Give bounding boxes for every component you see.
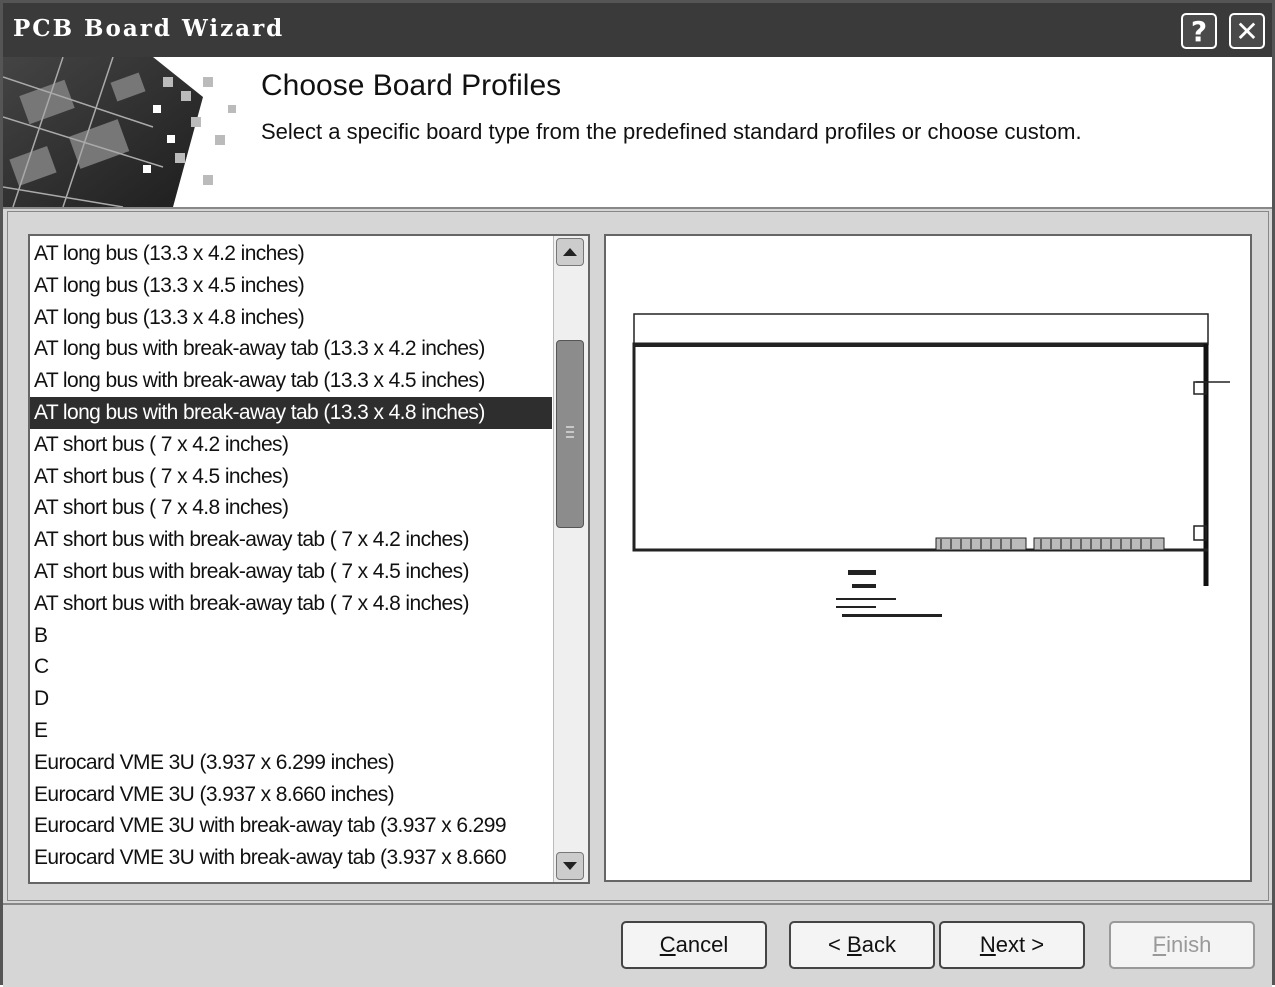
scroll-thumb[interactable]	[556, 340, 584, 528]
list-item[interactable]: Eurocard VME 3U with break-away tab (3.9…	[30, 810, 552, 842]
page-title: Choose Board Profiles	[261, 69, 562, 102]
chevron-down-icon	[563, 862, 577, 870]
list-item[interactable]: AT long bus (13.3 x 4.5 inches)	[30, 270, 552, 302]
list-item[interactable]: D	[30, 683, 552, 715]
list-item[interactable]: AT short bus ( 7 x 4.2 inches)	[30, 429, 552, 461]
back-button[interactable]: < Back	[789, 921, 935, 969]
list-item[interactable]: AT short bus with break-away tab ( 7 x 4…	[30, 588, 552, 620]
close-button[interactable]: ✕	[1229, 13, 1265, 49]
board-preview-panel	[604, 234, 1252, 882]
vertical-scrollbar[interactable]	[553, 236, 588, 882]
board-profile-listbox[interactable]: AT long bus (13.3 x 4.2 inches) AT long b…	[28, 234, 590, 884]
circuit-board-banner-image	[3, 57, 245, 207]
title-bar[interactable]: PCB Board Wizard ? ✕	[3, 3, 1272, 57]
chevron-up-icon	[563, 248, 577, 256]
list-item[interactable]: C	[30, 651, 552, 683]
board-profile-list[interactable]: AT long bus (13.3 x 4.2 inches) AT long b…	[30, 238, 552, 874]
list-item[interactable]: AT long bus with break-away tab (13.3 x …	[30, 365, 552, 397]
list-item[interactable]: AT long bus (13.3 x 4.8 inches)	[30, 302, 552, 334]
list-item[interactable]: Eurocard VME 3U with break-away tab (3.9…	[30, 842, 552, 874]
page-subtitle: Select a specific board type from the pr…	[261, 119, 1082, 144]
pcb-board-wizard-window: PCB Board Wizard ? ✕ Choose Board Profil…	[0, 0, 1275, 987]
list-item[interactable]: E	[30, 715, 552, 747]
list-item[interactable]: AT long bus (13.3 x 4.2 inches)	[30, 238, 552, 270]
list-item[interactable]: AT short bus with break-away tab ( 7 x 4…	[30, 524, 552, 556]
list-item[interactable]: Eurocard VME 3U (3.937 x 8.660 inches)	[30, 779, 552, 811]
grip-icon	[566, 426, 574, 438]
list-item[interactable]: AT short bus ( 7 x 4.8 inches)	[30, 492, 552, 524]
list-item[interactable]: AT short bus with break-away tab ( 7 x 4…	[30, 556, 552, 588]
finish-button: Finish	[1109, 921, 1255, 969]
wizard-body: AT long bus (13.3 x 4.2 inches) AT long b…	[7, 211, 1269, 901]
list-item[interactable]: B	[30, 620, 552, 652]
wizard-header: Choose Board Profiles Select a specific …	[3, 57, 1272, 209]
board-outline-drawing	[632, 313, 1230, 617]
scroll-down-button[interactable]	[556, 852, 584, 880]
list-item[interactable]: Eurocard VME 3U (3.937 x 6.299 inches)	[30, 747, 552, 779]
next-button[interactable]: Next >	[939, 921, 1085, 969]
list-item[interactable]: AT long bus with break-away tab (13.3 x …	[30, 333, 552, 365]
list-item[interactable]: AT short bus ( 7 x 4.5 inches)	[30, 461, 552, 493]
window-title: PCB Board Wizard	[13, 15, 285, 42]
wizard-footer: Cancel < Back Next > Finish	[3, 903, 1272, 987]
list-item[interactable]: AT long bus with break-away tab (13.3 x …	[30, 396, 552, 429]
scroll-up-button[interactable]	[556, 238, 584, 266]
help-button[interactable]: ?	[1181, 13, 1217, 49]
cancel-button[interactable]: Cancel	[621, 921, 767, 969]
